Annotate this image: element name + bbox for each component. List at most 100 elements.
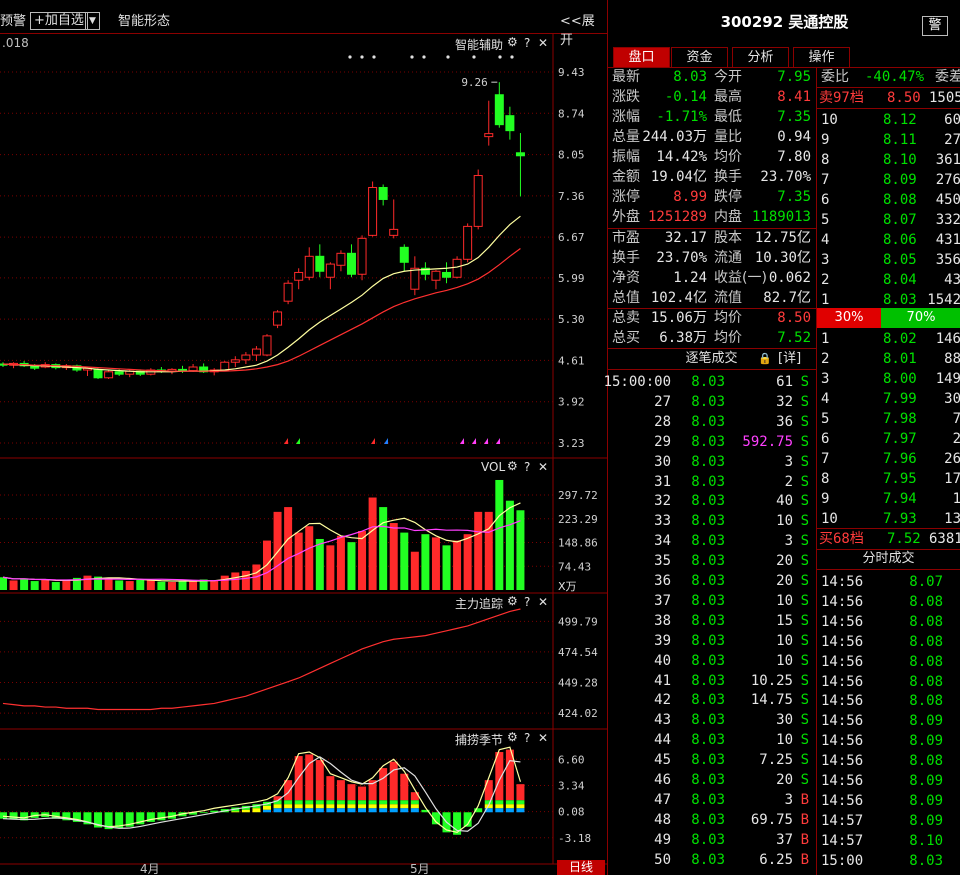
close-icon[interactable]: ✕ xyxy=(538,595,548,609)
xaxis-label-april: 4月 xyxy=(140,862,160,875)
alert-button[interactable]: 警 xyxy=(922,16,948,36)
smart-pattern-button[interactable]: 智能形态 xyxy=(118,10,170,29)
help-icon[interactable]: ? xyxy=(524,460,530,474)
dropdown-icon[interactable]: ▼ xyxy=(85,12,100,30)
tab-funds[interactable]: 资金 xyxy=(671,47,728,67)
period-daily-button[interactable]: 日线 xyxy=(557,860,605,875)
timesale-row[interactable]: 14:56 8.08 xyxy=(817,632,960,652)
tick-row[interactable]: 28 8.03 36 S xyxy=(608,412,815,432)
tab-operation[interactable]: 操作 xyxy=(793,47,850,67)
tick-row[interactable]: 35 8.03 20 S xyxy=(608,551,815,571)
bid-row[interactable]: 6 7.97 2 xyxy=(817,429,960,449)
ask-row[interactable]: 6 8.08 450 xyxy=(817,190,960,210)
ask-row[interactable]: 9 8.11 27 xyxy=(817,130,960,150)
gear-icon[interactable]: ⚙ xyxy=(507,730,518,744)
season-bar-band xyxy=(389,804,398,809)
ask-row[interactable]: 2 8.04 43 xyxy=(817,270,960,290)
lock-icon[interactable]: 🔒 xyxy=(758,349,772,369)
alert-fragment-button[interactable]: 预警 xyxy=(0,10,26,29)
tick-row[interactable]: 37 8.03 10 S xyxy=(608,591,815,611)
close-icon[interactable]: ✕ xyxy=(538,36,548,50)
tick-row[interactable]: 36 8.03 20 S xyxy=(608,571,815,591)
detail-button[interactable]: [详] xyxy=(778,349,801,369)
timesale-row[interactable]: 14:57 8.09 xyxy=(817,811,960,831)
bid-row[interactable]: 4 7.99 30 xyxy=(817,389,960,409)
tick-row[interactable]: 34 8.03 3 S xyxy=(608,531,815,551)
tick-time: 28 xyxy=(654,413,671,430)
fund-label: 流通 xyxy=(714,250,742,266)
bid-row[interactable]: 7 7.96 26 xyxy=(817,449,960,469)
tick-row[interactable]: 45 8.03 7.25 S xyxy=(608,750,815,770)
timesale-row[interactable]: 14:56 8.08 xyxy=(817,652,960,672)
ask-row[interactable]: 7 8.09 276 xyxy=(817,170,960,190)
add-watchlist-button[interactable]: +加自选 xyxy=(30,12,88,30)
timesale-row[interactable]: 14:56 8.08 xyxy=(817,751,960,771)
tick-time: 47 xyxy=(654,791,671,808)
tick-row[interactable]: 15:00:00 8.03 61 S xyxy=(604,372,815,392)
timesale-row[interactable]: 14:56 8.08 xyxy=(817,691,960,711)
kline-chart-area[interactable]: 9.43 8.74 8.05 7.36 6.67 5.99 5.30 4.61 3.92 3.23… xyxy=(0,34,607,875)
tick-row[interactable]: 41 8.03 10.25 S xyxy=(608,671,815,691)
timesale-row[interactable]: 15:00 8.03 xyxy=(817,851,960,871)
timesale-row[interactable]: 14:57 8.10 xyxy=(817,831,960,851)
bid-row[interactable]: 2 8.01 88 xyxy=(817,349,960,369)
tick-row[interactable]: 38 8.03 15 S xyxy=(608,611,815,631)
timesale-row[interactable]: 14:56 8.08 xyxy=(817,592,960,612)
gear-icon[interactable]: ⚙ xyxy=(507,459,518,473)
ask-row[interactable]: 8 8.10 361 xyxy=(817,150,960,170)
tick-row[interactable]: 47 8.03 3 B xyxy=(608,790,815,810)
tick-row[interactable]: 40 8.03 10 S xyxy=(608,651,815,671)
volume-bar xyxy=(453,540,462,590)
help-icon[interactable]: ? xyxy=(524,36,530,50)
timesale-row[interactable]: 14:56 8.09 xyxy=(817,791,960,811)
tab-analysis[interactable]: 分析 xyxy=(732,47,789,67)
chart-canvas[interactable]: 9.43 8.74 8.05 7.36 6.67 5.99 5.30 4.61 3.92 3.23… xyxy=(0,34,607,875)
tick-row[interactable]: 27 8.03 32 S xyxy=(608,392,815,412)
tick-row[interactable]: 39 8.03 10 S xyxy=(608,631,815,651)
tick-row[interactable]: 33 8.03 10 S xyxy=(608,511,815,531)
tick-row[interactable]: 32 8.03 40 S xyxy=(608,491,815,511)
ask-row[interactable]: 1 8.03 1542 xyxy=(817,290,960,310)
tick-row[interactable]: 50 8.03 6.25 B xyxy=(608,850,815,870)
tick-volume: 2 xyxy=(784,473,793,490)
bid-row[interactable]: 10 7.93 13 xyxy=(817,509,960,529)
timesale-row[interactable]: 14:56 8.09 xyxy=(817,771,960,791)
tick-row[interactable]: 49 8.03 37 B xyxy=(608,830,815,850)
bid-row[interactable]: 9 7.94 1 xyxy=(817,489,960,509)
timesale-row[interactable]: 14:56 8.09 xyxy=(817,731,960,751)
quote-value: -1.71% xyxy=(656,109,707,125)
bid-row[interactable]: 3 8.00 149 xyxy=(817,369,960,389)
tick-row[interactable]: 29 8.03 592.75 S xyxy=(608,432,815,452)
gear-icon[interactable]: ⚙ xyxy=(507,35,518,49)
help-icon[interactable]: ? xyxy=(524,731,530,745)
timesale-row[interactable]: 14:56 8.07 xyxy=(817,572,960,592)
candle xyxy=(241,354,251,361)
bid-row[interactable]: 8 7.95 17 xyxy=(817,469,960,489)
ask-row[interactable]: 5 8.07 332 xyxy=(817,210,960,230)
ask-row[interactable]: 3 8.05 356 xyxy=(817,250,960,270)
close-icon[interactable]: ✕ xyxy=(538,731,548,745)
timesale-row[interactable]: 14:56 8.08 xyxy=(817,612,960,632)
tick-row[interactable]: 46 8.03 20 S xyxy=(608,770,815,790)
bid-row[interactable]: 1 8.02 146 xyxy=(817,329,960,349)
volume-bar xyxy=(358,531,367,590)
tick-side: S xyxy=(800,433,809,450)
bid-row[interactable]: 5 7.98 7 xyxy=(817,409,960,429)
timesale-row[interactable]: 14:56 8.09 xyxy=(817,711,960,731)
tick-row[interactable]: 48 8.03 69.75 B xyxy=(608,810,815,830)
season-yaxis-label: 3.34 xyxy=(558,779,585,792)
timesale-time: 14:56 xyxy=(821,733,864,750)
ask-row[interactable]: 10 8.12 60 xyxy=(817,110,960,130)
tick-row[interactable]: 30 8.03 3 S xyxy=(608,452,815,472)
close-icon[interactable]: ✕ xyxy=(538,460,548,474)
tick-row[interactable]: 44 8.03 10 S xyxy=(608,730,815,750)
tick-row[interactable]: 42 8.03 14.75 S xyxy=(608,690,815,710)
help-icon[interactable]: ? xyxy=(524,595,530,609)
tick-time: 38 xyxy=(654,612,671,629)
gear-icon[interactable]: ⚙ xyxy=(507,594,518,608)
timesale-row[interactable]: 14:56 8.08 xyxy=(817,672,960,692)
tab-handicap[interactable]: 盘口 xyxy=(613,47,670,67)
tick-row[interactable]: 31 8.03 2 S xyxy=(608,472,815,492)
tick-row[interactable]: 43 8.03 30 S xyxy=(608,710,815,730)
ask-row[interactable]: 4 8.06 431 xyxy=(817,230,960,250)
